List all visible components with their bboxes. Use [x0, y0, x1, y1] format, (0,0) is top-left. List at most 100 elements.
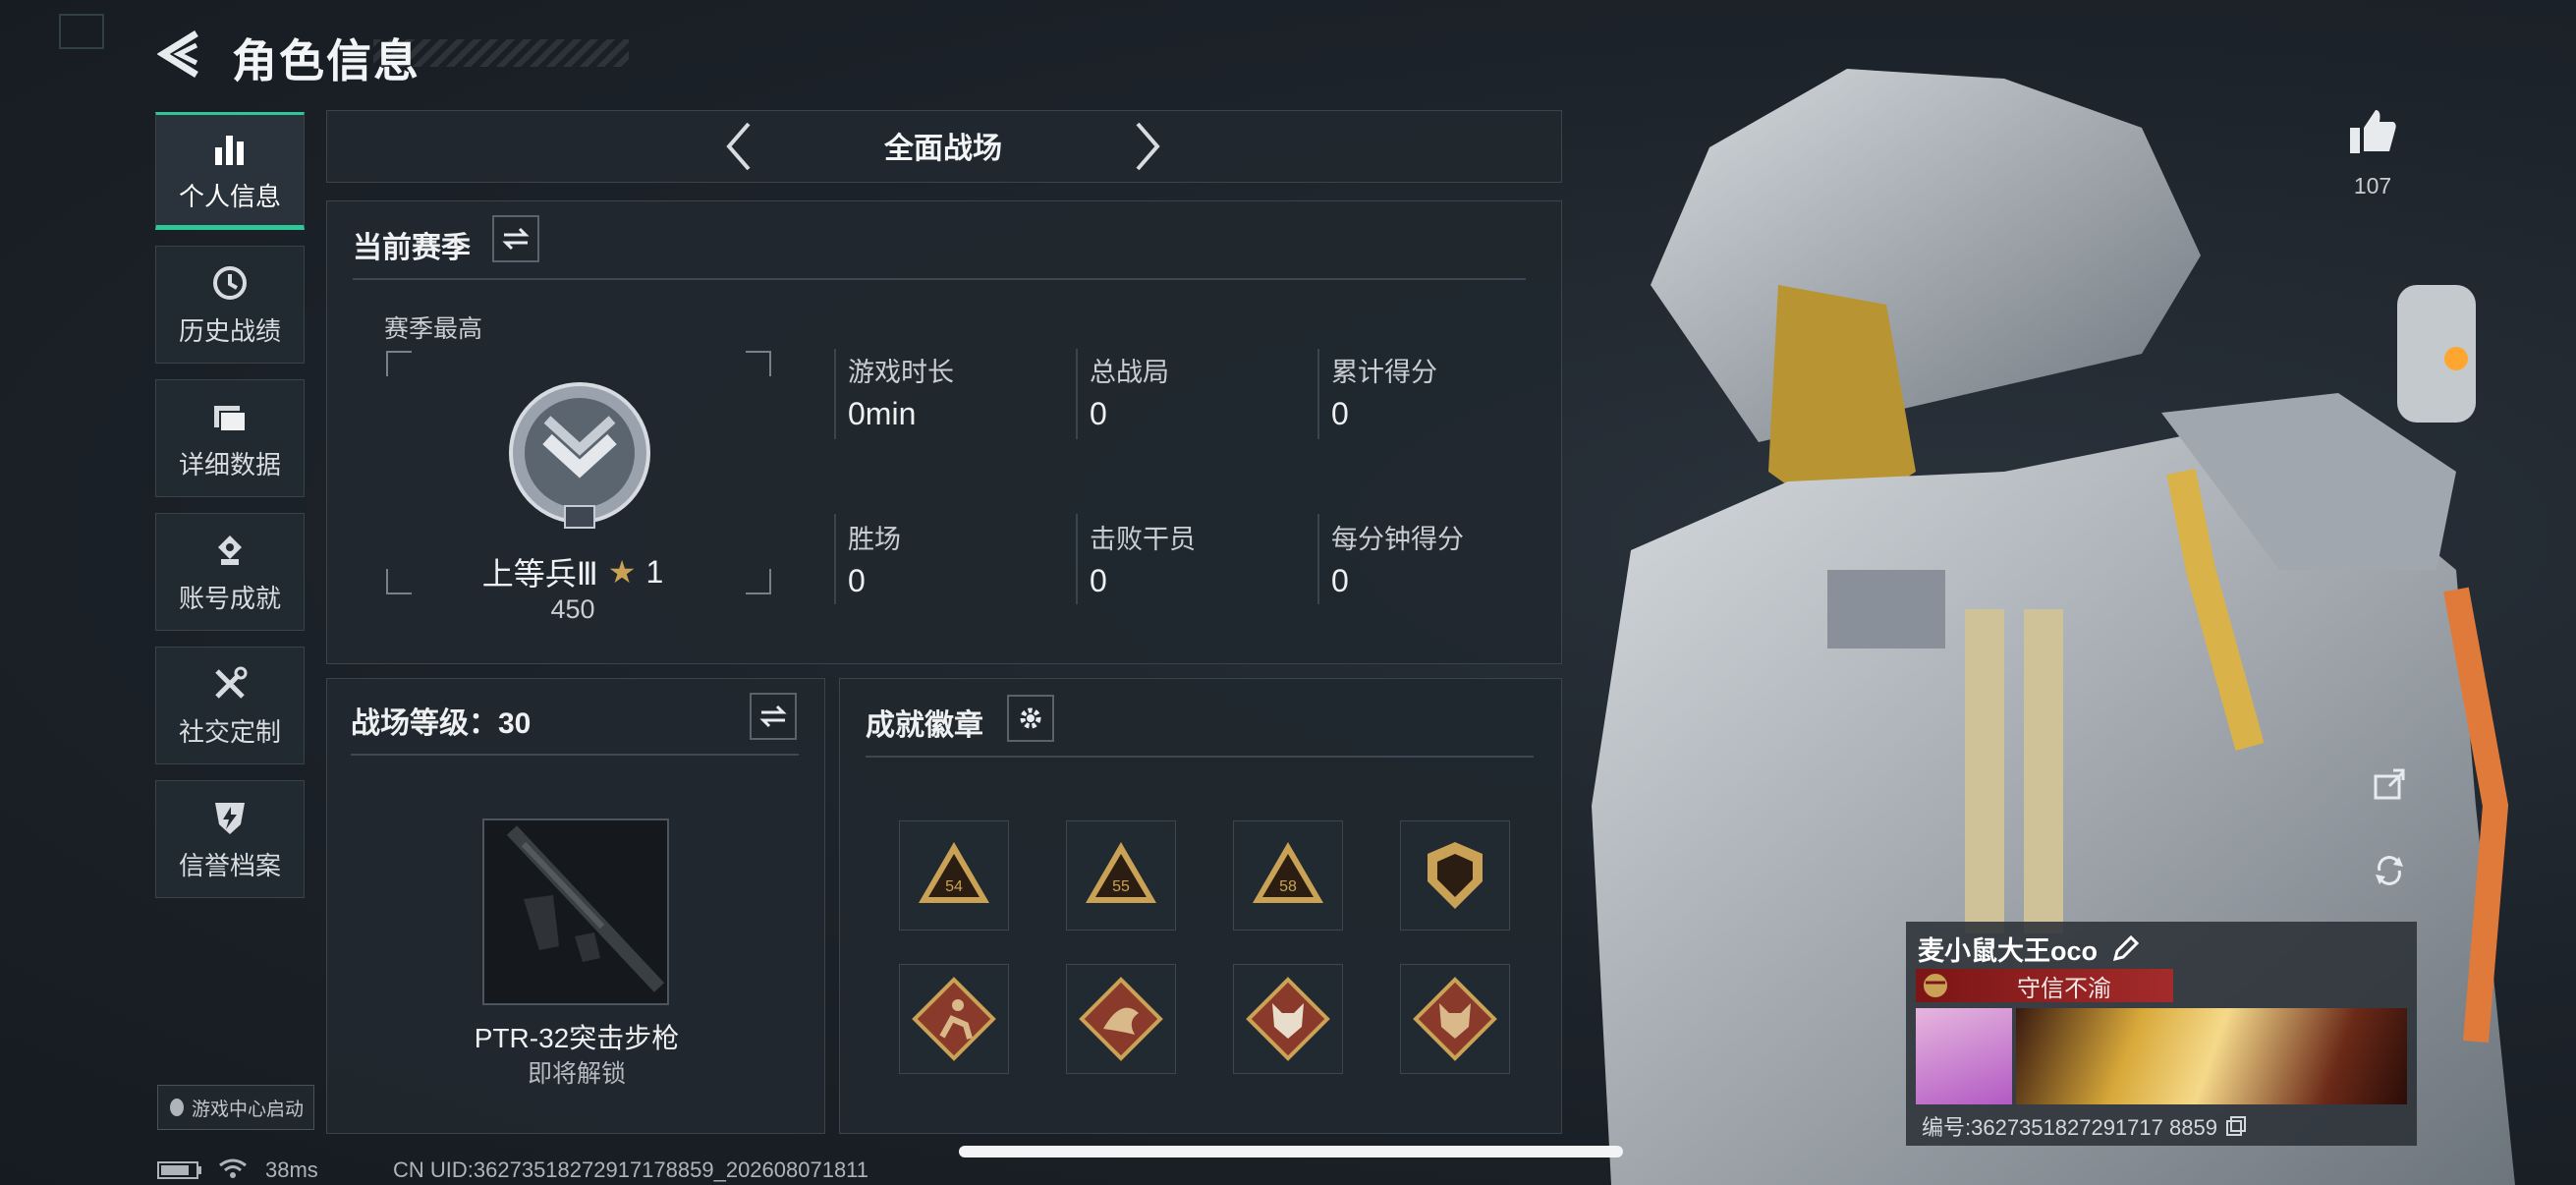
- stat-value: 0: [1090, 563, 1107, 598]
- stat-separator: [834, 349, 836, 439]
- badge-dragon-icon: [1079, 977, 1163, 1061]
- nav-item-account-achievement[interactable]: 账号成就: [155, 513, 305, 631]
- player-title-banner: 守信不渝: [1916, 969, 2173, 1002]
- thumbs-up-icon[interactable]: [2348, 108, 2397, 155]
- stat-separator: [1317, 349, 1319, 439]
- mode-prev-arrow-icon[interactable]: [723, 120, 753, 173]
- badge-item[interactable]: 58: [1233, 820, 1343, 931]
- mode-next-arrow-icon[interactable]: [1134, 120, 1163, 173]
- badge-shield-icon: [1428, 842, 1483, 909]
- player-title: 守信不渝: [2017, 975, 2111, 1002]
- rank-stars: 1: [645, 553, 664, 590]
- shield-bolt-icon: [215, 802, 245, 834]
- corner-decoration: [59, 14, 104, 49]
- achievement-icon: [218, 535, 242, 565]
- like-count: 107: [2353, 173, 2392, 198]
- nav-item-credit-file[interactable]: 信誉档案: [155, 780, 305, 898]
- stat-value: 0: [1331, 396, 1349, 431]
- stat-label: 胜场: [848, 525, 901, 554]
- wifi-icon: [219, 1158, 247, 1178]
- badge-item[interactable]: [1400, 964, 1510, 1074]
- nav-item-social-custom[interactable]: 社交定制: [155, 647, 305, 764]
- player-id: 编号:3627351827291717 8859: [1922, 1115, 2217, 1140]
- battery-icon: [157, 1161, 201, 1179]
- frame-corner: [386, 351, 412, 376]
- stat-label: 游戏时长: [848, 358, 954, 387]
- nav-label: 账号成就: [178, 583, 281, 613]
- season-title: 当前赛季: [353, 232, 471, 264]
- svg-text:58: 58: [1279, 878, 1297, 895]
- badge-wolf2-icon: [1413, 977, 1497, 1061]
- nav-label: 个人信息: [178, 181, 281, 211]
- nav-item-personal-info[interactable]: 个人信息: [155, 112, 305, 230]
- badge-wolf-icon: [1246, 977, 1330, 1061]
- title-decoration: [373, 39, 629, 67]
- weapon-name: PTR-32突击步枪: [474, 1023, 680, 1053]
- weapon-image[interactable]: [482, 818, 669, 1005]
- stat-separator: [1076, 514, 1078, 604]
- badge-item[interactable]: [1400, 820, 1510, 931]
- badge-item[interactable]: [1066, 964, 1176, 1074]
- folder-icon: [214, 405, 247, 432]
- rotate-icon[interactable]: [2372, 853, 2407, 888]
- star-icon: ★: [607, 554, 637, 590]
- svg-text:54: 54: [945, 878, 963, 895]
- player-name-row: 麦小鼠大王oco: [1918, 930, 2140, 968]
- badge-item[interactable]: 54: [899, 820, 1009, 931]
- battle-level-divider: [351, 754, 799, 756]
- badge-item[interactable]: 55: [1066, 820, 1176, 931]
- nav-item-detailed-data[interactable]: 详细数据: [155, 379, 305, 497]
- badges-title: 成就徽章: [866, 709, 983, 742]
- badge-54-icon: 54: [919, 842, 989, 903]
- stat-value: 0: [1090, 396, 1107, 431]
- mode-label: 全面战场: [884, 133, 1002, 165]
- stat-value: 0min: [848, 396, 917, 431]
- badges-divider: [866, 756, 1534, 758]
- player-name: 麦小鼠大王oco: [1918, 936, 2099, 966]
- frame-corner: [386, 569, 412, 594]
- player-id-row: 编号:3627351827291717 8859: [1922, 1110, 2247, 1142]
- rank-points: 450: [550, 594, 595, 624]
- battle-level-title: 战场等级：30: [351, 707, 532, 740]
- back-arrow-icon[interactable]: [157, 29, 202, 79]
- bar-chart-icon: [215, 135, 244, 165]
- name-card-banner[interactable]: [2016, 1008, 2407, 1104]
- penguin-icon: [169, 1099, 184, 1116]
- badge-55-icon: 55: [1086, 842, 1156, 903]
- edit-pencil-icon[interactable]: [2111, 934, 2140, 963]
- rank-emblem-icon: [509, 382, 650, 529]
- weapon-status: 即将解锁: [527, 1060, 626, 1088]
- current-season-panel: 当前赛季 赛季最高 上等兵Ⅲ ★ 1 450 游戏时长 0min 总战局 0 累…: [326, 200, 1562, 664]
- assault-rifle-icon: [506, 825, 665, 992]
- game-center-button[interactable]: 游戏中心启动: [157, 1085, 314, 1130]
- home-indicator[interactable]: [959, 1146, 1623, 1157]
- stat-label: 击败干员: [1090, 525, 1196, 554]
- tools-icon: [215, 666, 248, 699]
- player-card: 麦小鼠大王oco 守信不渝 编号:3627351827291717 8859: [1906, 922, 2417, 1146]
- battle-level-switch-button[interactable]: [750, 693, 797, 740]
- stat-value: 0: [848, 563, 866, 598]
- season-best-label: 赛季最高: [384, 315, 483, 343]
- nav-label: 社交定制: [178, 716, 281, 747]
- nav-item-history[interactable]: 历史战绩: [155, 246, 305, 364]
- swap-icon: [502, 227, 530, 251]
- game-center-label: 游戏中心启动: [191, 1099, 304, 1120]
- gear-icon: [1020, 707, 1041, 729]
- badges-settings-button[interactable]: [1007, 695, 1054, 742]
- season-switch-button[interactable]: [492, 215, 539, 262]
- badge-item[interactable]: [1233, 964, 1343, 1074]
- rank-name: 上等兵Ⅲ: [481, 556, 598, 592]
- stat-label: 总战局: [1090, 358, 1169, 387]
- stat-value: 0: [1331, 563, 1349, 598]
- rank-line: 上等兵Ⅲ ★ 1: [455, 549, 691, 594]
- stat-separator: [1317, 514, 1319, 604]
- stat-label: 累计得分: [1331, 358, 1437, 387]
- nav-label: 信誉档案: [178, 850, 281, 880]
- badge-item[interactable]: [899, 964, 1009, 1074]
- nav-label: 详细数据: [178, 449, 281, 480]
- history-icon: [213, 265, 247, 300]
- avatar[interactable]: [1916, 1008, 2012, 1104]
- share-icon[interactable]: [2372, 766, 2407, 802]
- copy-icon[interactable]: [2225, 1115, 2247, 1137]
- nav-label: 历史战绩: [178, 315, 281, 346]
